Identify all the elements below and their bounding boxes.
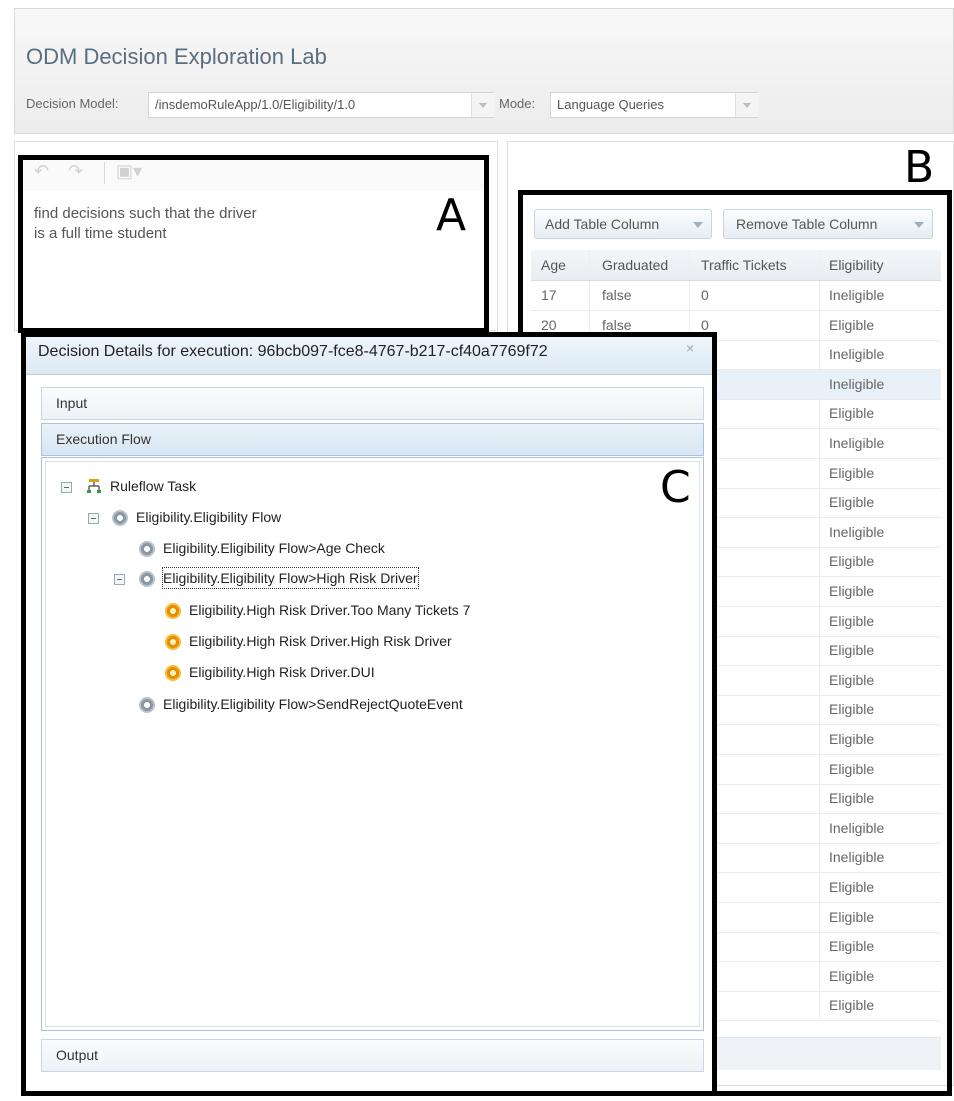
annotation-label-c: C <box>660 462 691 513</box>
annotation-label-a: A <box>436 190 467 241</box>
annotation-frame-c <box>21 332 717 1096</box>
mode-label: Mode: <box>499 96 536 111</box>
chevron-down-icon[interactable] <box>735 93 758 117</box>
chevron-down-icon[interactable] <box>471 93 494 117</box>
mode-select[interactable]: Language Queries <box>550 92 758 118</box>
mode-value: Language Queries <box>557 97 664 112</box>
annotation-frame-a <box>18 155 489 333</box>
decision-model-select[interactable]: /insdemoRuleApp/1.0/Eligibility/1.0 <box>148 92 494 118</box>
annotation-label-b: B <box>904 142 935 193</box>
decision-model-label: Decision Model: <box>26 96 119 111</box>
page-title: ODM Decision Exploration Lab <box>26 44 327 69</box>
decision-model-value: /insdemoRuleApp/1.0/Eligibility/1.0 <box>155 97 356 112</box>
